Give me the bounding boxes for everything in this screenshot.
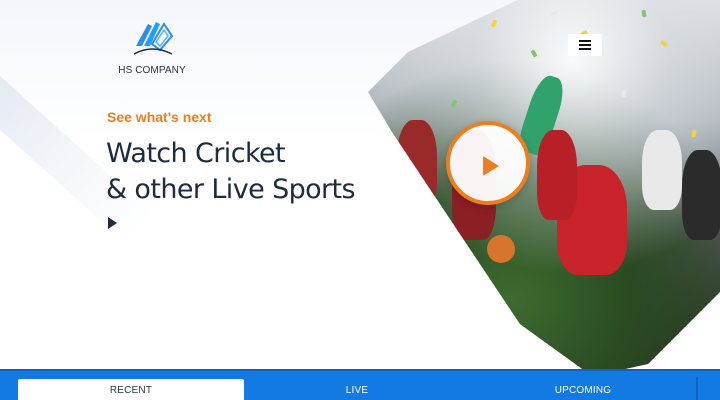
confetti-piece bbox=[660, 39, 668, 48]
company-logo[interactable]: HS COMPANY bbox=[112, 16, 192, 80]
hs-company-logo-icon bbox=[133, 22, 174, 55]
tabbar-divider bbox=[696, 377, 698, 400]
play-triangle bbox=[483, 156, 499, 176]
play-icon[interactable] bbox=[108, 217, 117, 229]
hero-headline: Watch Cricket & other Live Sports bbox=[106, 136, 356, 208]
company-name: HS COMPANY bbox=[118, 65, 186, 76]
hero-headline-line-2: & other Live Sports bbox=[106, 174, 356, 205]
landing-page: HS COMPANY See what's next Watch Cricket… bbox=[0, 0, 720, 400]
menu-bar bbox=[579, 48, 591, 50]
confetti-piece bbox=[641, 9, 647, 18]
player-dark bbox=[682, 150, 720, 240]
hero-sports-image bbox=[368, 0, 720, 376]
play-circle-icon[interactable] bbox=[446, 121, 530, 205]
player-tennis bbox=[642, 130, 682, 210]
tab-live[interactable]: LIVE bbox=[244, 379, 470, 400]
tab-recent[interactable]: RECENT bbox=[18, 379, 244, 400]
hamburger-menu-icon[interactable] bbox=[568, 34, 602, 56]
menu-bar bbox=[579, 40, 591, 42]
confetti-piece bbox=[490, 19, 498, 28]
confetti-piece bbox=[621, 89, 627, 98]
match-tabs: RECENT LIVE UPCOMING bbox=[0, 369, 720, 400]
hero-headline-line-1: Watch Cricket bbox=[106, 138, 286, 169]
confetti-piece bbox=[691, 129, 697, 138]
menu-bar bbox=[579, 44, 591, 46]
confetti-piece bbox=[450, 99, 458, 108]
tab-upcoming[interactable]: UPCOMING bbox=[470, 379, 696, 400]
hero-eyebrow: See what's next bbox=[107, 109, 212, 125]
player-football bbox=[397, 120, 437, 210]
player-red-jersey bbox=[537, 130, 577, 220]
confetti-piece bbox=[550, 10, 558, 17]
basketball bbox=[487, 235, 515, 263]
confetti-piece bbox=[530, 49, 538, 58]
